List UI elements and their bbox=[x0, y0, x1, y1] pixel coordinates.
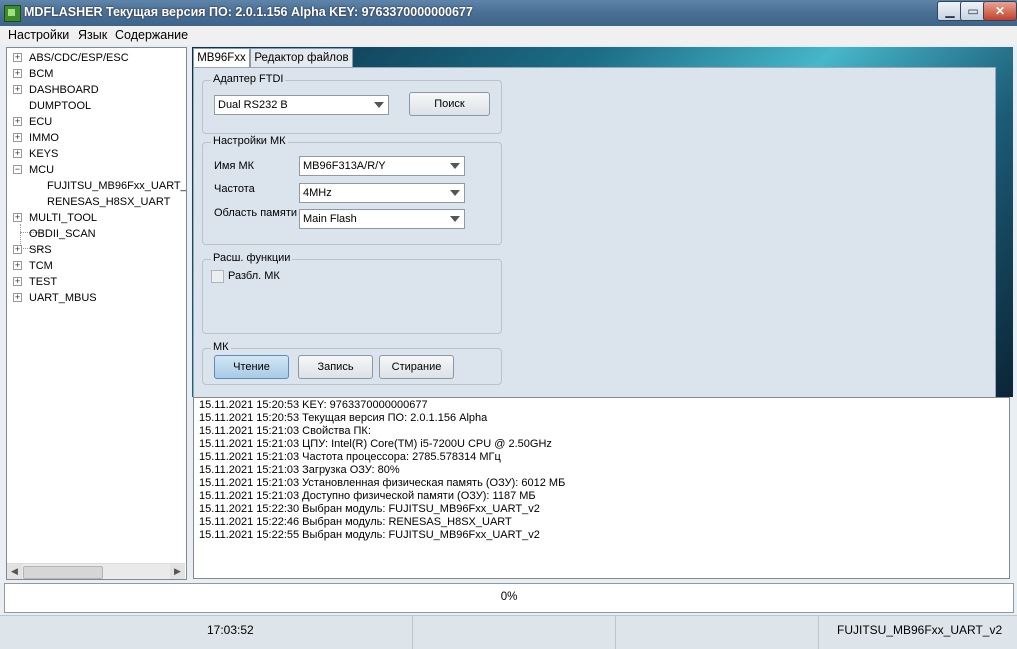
mk-settings-group: Настройки МК Имя МК MB96F313A/R/Y Частот… bbox=[202, 135, 502, 245]
memory-area-select[interactable]: Main Flash bbox=[299, 209, 465, 229]
chevron-down-icon bbox=[450, 163, 460, 169]
expand-icon[interactable]: + bbox=[13, 277, 22, 286]
write-button[interactable]: Запись bbox=[298, 355, 373, 379]
expand-icon[interactable]: + bbox=[13, 261, 22, 270]
chevron-down-icon bbox=[450, 216, 460, 222]
mb96fxx-panel: Адаптер FTDI Dual RS232 B Поиск Настройк… bbox=[193, 67, 996, 401]
mk-actions-group: МК Чтение Запись Стирание bbox=[202, 341, 502, 385]
search-button[interactable]: Поиск bbox=[409, 92, 490, 116]
menu-settings[interactable]: Настройки bbox=[8, 28, 69, 42]
tab-mb96fxx[interactable]: MB96Fxx bbox=[193, 48, 250, 69]
read-button[interactable]: Чтение bbox=[214, 355, 289, 379]
log-line: 15.11.2021 15:21:03 Частота процессора: … bbox=[199, 451, 501, 463]
frequency-label: Частота bbox=[214, 183, 255, 195]
close-button[interactable]: ✕ bbox=[983, 1, 1017, 21]
chevron-down-icon bbox=[450, 190, 460, 196]
status-module: FUJITSU_MB96Fxx_UART_v2 bbox=[837, 623, 1003, 637]
module-tree[interactable]: + ABS/CDC/ESP/ESC + BCM + DASHBOARD DUMPTOO… bbox=[6, 47, 187, 580]
mk-actions-title: МК bbox=[211, 341, 231, 353]
expand-icon[interactable]: + bbox=[13, 133, 22, 142]
frequency-select[interactable]: 4MHz bbox=[299, 183, 465, 203]
status-time: 17:03:52 bbox=[207, 623, 254, 637]
ext-functions-group: Расш. функции Разбл. МК bbox=[202, 252, 502, 334]
log-line: 15.11.2021 15:21:03 ЦПУ: Intel(R) Core(T… bbox=[199, 438, 552, 450]
menu-bar: Настройки Язык Содержание bbox=[0, 26, 1017, 45]
tab-bar: MB96Fxx Редактор файлов bbox=[193, 48, 353, 69]
chevron-down-icon bbox=[374, 102, 384, 108]
log-line: 15.11.2021 15:21:03 Загрузка ОЗУ: 80% bbox=[199, 464, 400, 476]
menu-language[interactable]: Язык bbox=[78, 28, 107, 42]
scroll-left-icon[interactable]: ◀ bbox=[7, 564, 22, 579]
ext-functions-title: Расш. функции bbox=[211, 252, 293, 264]
log-line: 15.11.2021 15:20:53 KEY: 976337000000067… bbox=[199, 399, 428, 411]
collapse-icon[interactable]: − bbox=[13, 165, 22, 174]
expand-icon[interactable]: + bbox=[13, 149, 22, 158]
unlock-mk-checkbox[interactable] bbox=[211, 270, 224, 283]
expand-icon[interactable]: + bbox=[13, 117, 22, 126]
scrollbar-thumb[interactable] bbox=[23, 566, 103, 579]
ftdi-adapter-select[interactable]: Dual RS232 B bbox=[214, 95, 389, 115]
progress-label: 0% bbox=[500, 591, 518, 603]
expand-icon[interactable]: + bbox=[13, 85, 22, 94]
log-line: 15.11.2021 15:22:30 Выбран модуль: FUJIT… bbox=[199, 503, 540, 515]
ftdi-group: Адаптер FTDI Dual RS232 B Поиск bbox=[202, 73, 502, 134]
expand-icon[interactable]: + bbox=[13, 69, 22, 78]
log-panel[interactable]: 15.11.2021 15:20:53 KEY: 976337000000067… bbox=[193, 397, 1010, 579]
scroll-right-icon[interactable]: ▶ bbox=[170, 564, 185, 579]
app-icon bbox=[4, 5, 21, 22]
log-line: 15.11.2021 15:21:03 Доступно физической … bbox=[199, 490, 536, 502]
mk-name-select[interactable]: MB96F313A/R/Y bbox=[299, 156, 465, 176]
window-title: MDFLASHER Текущая версия ПО: 2.0.1.156 A… bbox=[24, 5, 473, 19]
mk-settings-title: Настройки МК bbox=[211, 135, 288, 147]
memory-area-label: Область памяти bbox=[214, 207, 297, 219]
tree-horizontal-scrollbar[interactable]: ◀ ▶ bbox=[7, 563, 185, 579]
status-bar: 17:03:52 FUJITSU_MB96Fxx_UART_v2 bbox=[0, 615, 1017, 649]
expand-icon[interactable]: + bbox=[13, 213, 22, 222]
expand-icon[interactable]: + bbox=[13, 245, 22, 254]
log-line: 15.11.2021 15:22:55 Выбран модуль: FUJIT… bbox=[199, 529, 540, 541]
unlock-mk-label[interactable]: Разбл. МК bbox=[228, 270, 280, 282]
title-bar[interactable]: MDFLASHER Текущая версия ПО: 2.0.1.156 A… bbox=[0, 0, 1017, 26]
ftdi-group-title: Адаптер FTDI bbox=[211, 73, 286, 85]
erase-button[interactable]: Стирание bbox=[379, 355, 454, 379]
mk-name-label: Имя МК bbox=[214, 160, 255, 172]
expand-icon[interactable]: + bbox=[13, 53, 22, 62]
log-line: 15.11.2021 15:22:46 Выбран модуль: RENES… bbox=[199, 516, 512, 528]
log-line: 15.11.2021 15:21:03 Свойства ПК: bbox=[199, 425, 371, 437]
log-line: 15.11.2021 15:21:03 Установленная физиче… bbox=[199, 477, 566, 489]
log-line: 15.11.2021 15:20:53 Текущая версия ПО: 2… bbox=[199, 412, 488, 424]
expand-icon[interactable]: + bbox=[13, 293, 22, 302]
progress-bar: 0% bbox=[4, 583, 1014, 613]
menu-contents[interactable]: Содержание bbox=[115, 28, 188, 42]
tab-file-editor[interactable]: Редактор файлов bbox=[250, 48, 353, 68]
